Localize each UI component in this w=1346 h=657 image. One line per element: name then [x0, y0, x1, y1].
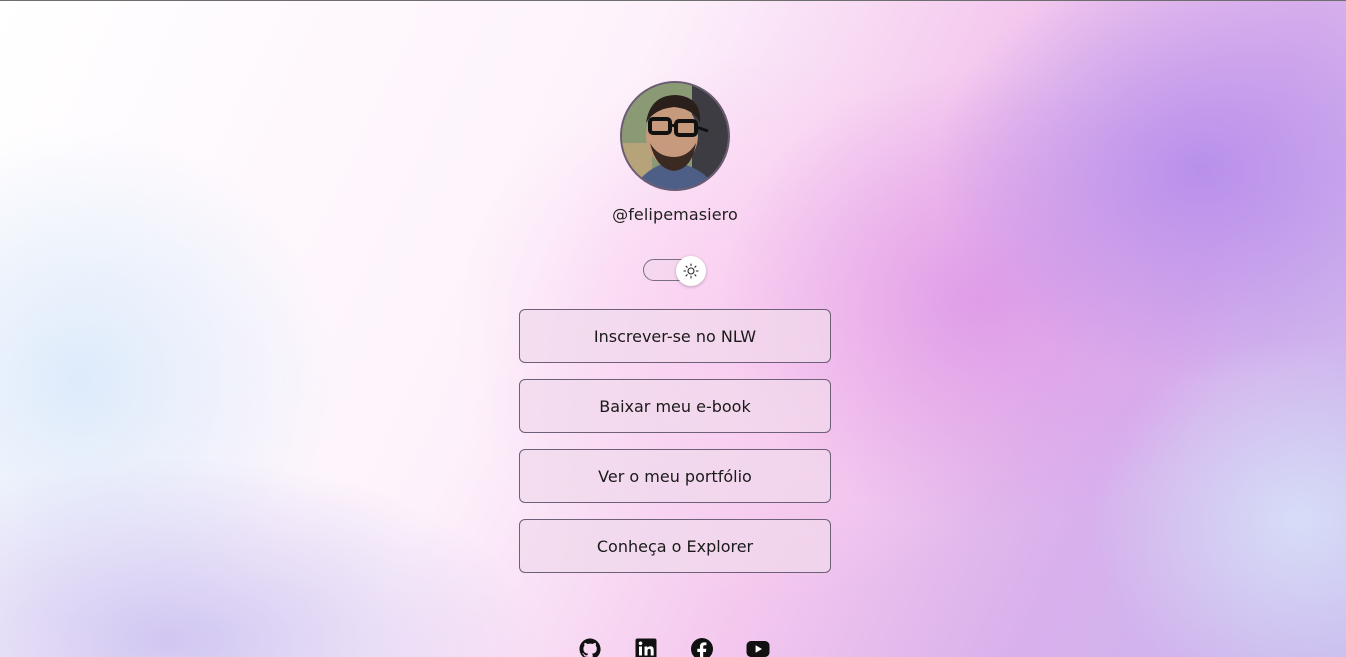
- sun-icon: [683, 263, 699, 279]
- list-item: Conheça o Explorer: [519, 519, 831, 573]
- switch-knob[interactable]: [676, 256, 706, 286]
- portfolio-button[interactable]: Ver o meu portfólio: [519, 449, 831, 503]
- link-list: Inscrever-se no NLW Baixar meu e-book Ve…: [519, 309, 831, 589]
- profile-photo-icon: [622, 83, 728, 189]
- youtube-icon[interactable]: [746, 637, 770, 657]
- page: @felipemasiero Inscrever-se no NLW Baixa…: [0, 1, 1346, 657]
- avatar: [620, 81, 730, 191]
- list-item: Baixar meu e-book: [519, 379, 831, 433]
- list-item: Ver o meu portfólio: [519, 449, 831, 503]
- nlw-signup-button[interactable]: Inscrever-se no NLW: [519, 309, 831, 363]
- github-icon[interactable]: [578, 637, 602, 657]
- facebook-icon[interactable]: [690, 637, 714, 657]
- explorer-button[interactable]: Conheça o Explorer: [519, 519, 831, 573]
- username: @felipemasiero: [612, 205, 738, 224]
- social-links: [578, 637, 770, 657]
- profile: @felipemasiero: [519, 81, 831, 225]
- ebook-download-button[interactable]: Baixar meu e-book: [519, 379, 831, 433]
- linkedin-icon[interactable]: [634, 637, 658, 657]
- list-item: Inscrever-se no NLW: [519, 309, 831, 363]
- theme-switch[interactable]: [643, 256, 707, 287]
